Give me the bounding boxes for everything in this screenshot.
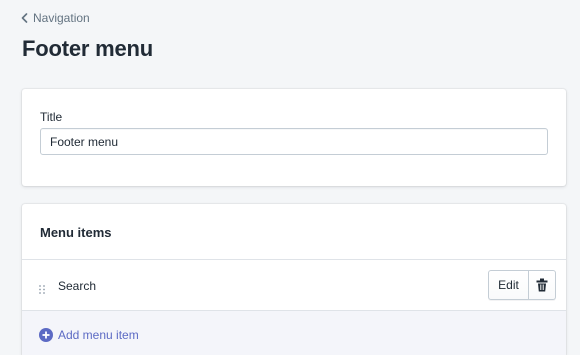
add-menu-item-label: Add menu item <box>58 328 139 342</box>
edit-button[interactable]: Edit <box>488 270 529 300</box>
plus-circle-icon <box>39 328 53 342</box>
menu-item-actions: Edit <box>488 270 556 300</box>
menu-items-heading: Menu items <box>40 225 112 240</box>
menu-item-label: Search <box>58 279 97 293</box>
add-menu-item-link[interactable]: Add menu item <box>39 328 139 342</box>
drag-handle-icon[interactable] <box>39 281 45 299</box>
chevron-left-icon <box>21 13 28 23</box>
menu-items-card: Menu items Search Edit Add menu item <box>22 204 566 355</box>
delete-button[interactable] <box>529 270 556 300</box>
title-input[interactable] <box>40 128 548 155</box>
add-menu-item-row: Add menu item <box>22 311 566 355</box>
breadcrumb-back-link[interactable]: Navigation <box>21 11 90 25</box>
title-field-label: Title <box>40 110 63 124</box>
title-card: Title <box>22 89 566 186</box>
breadcrumb-label: Navigation <box>33 11 90 25</box>
menu-item-row: Search Edit <box>22 259 566 311</box>
page-title: Footer menu <box>22 36 154 61</box>
trash-icon <box>536 278 548 292</box>
